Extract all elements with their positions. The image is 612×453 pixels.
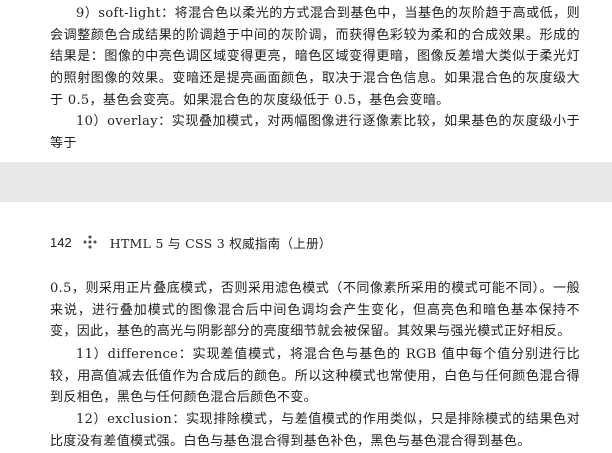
paragraph-overlay-start: 10）overlay：实现叠加模式，对两幅图像进行逐像素比较，如果基色的灰度级小… — [50, 114, 580, 151]
page-separator — [0, 162, 612, 202]
paragraph-exclusion: 12）exclusion：实现排除模式，与差值模式的作用类似，只是排除模式的结果… — [50, 412, 580, 449]
paragraph-difference: 11）difference：实现差值模式，将混合色与基色的 RGB 值中每个值分… — [50, 347, 580, 406]
book-title: HTML 5 与 CSS 3 权威指南（上册） — [109, 235, 332, 251]
page-number: 142 — [50, 234, 72, 250]
paragraph-soft-light: 9）soft-light：将混合色以柔光的方式混合到基色中，当基色的灰阶趋于高或… — [50, 6, 580, 108]
top-page: 9）soft-light：将混合色以柔光的方式混合到基色中，当基色的灰阶趋于高或… — [0, 0, 612, 162]
paragraph-overlay-continued: 0.5，则采用正片叠底模式，否则采用滤色模式（不同像素所采用的模式可能不同）。一… — [50, 281, 580, 340]
diamond-ornament-icon — [82, 234, 98, 250]
running-header: 142 HTML 5 与 CSS 3 权威指南（上册） — [50, 232, 332, 252]
